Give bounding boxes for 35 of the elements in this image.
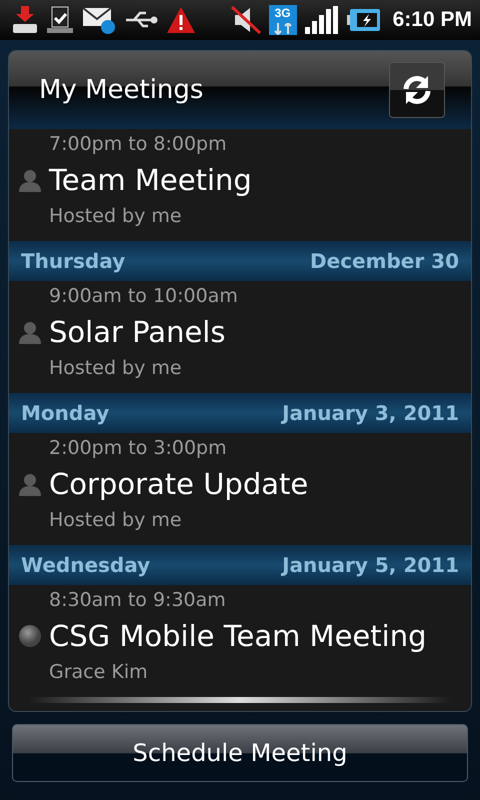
tray-check-icon — [46, 6, 74, 34]
meeting-time: 2:00pm to 3:00pm — [49, 437, 228, 459]
mute-icon — [230, 6, 261, 34]
status-dot-icon — [19, 625, 41, 647]
screen-title: My Meetings — [39, 75, 204, 105]
meeting-host: Hosted by me — [49, 357, 183, 379]
meeting-title: Corporate Update — [49, 467, 310, 501]
meeting-host: Hosted by me — [49, 509, 183, 531]
meeting-time: 8:30am to 9:30am — [49, 589, 227, 611]
person-icon — [18, 472, 42, 496]
person-icon — [18, 320, 42, 344]
person-icon — [18, 168, 42, 192]
refresh-button[interactable] — [389, 62, 445, 118]
usb-icon — [124, 10, 158, 30]
meeting-host: Grace Kim — [49, 661, 149, 683]
meeting-title: CSG Mobile Team Meeting — [49, 619, 428, 653]
schedule-meeting-button[interactable]: Schedule Meeting — [12, 724, 468, 782]
network-indicator: 3G — [268, 5, 297, 35]
meeting-time: 9:00am to 10:00am — [49, 285, 239, 307]
mail-icon — [82, 6, 116, 34]
day-date: January 5, 2011 — [282, 553, 459, 577]
signal-icon — [304, 6, 339, 34]
download-icon — [12, 6, 38, 34]
meeting-time: 7:00pm to 8:00pm — [49, 133, 228, 155]
day-date: December 30 — [310, 249, 459, 273]
warning-icon — [166, 6, 196, 34]
day-name: Wednesday — [21, 553, 150, 577]
day-name: Monday — [21, 401, 110, 425]
meeting-host: Hosted by me — [49, 205, 183, 227]
meeting-title: Solar Panels — [49, 315, 226, 349]
battery-icon — [346, 8, 381, 32]
day-date: January 3, 2011 — [282, 401, 459, 425]
status-time: 6:10 PM — [392, 8, 472, 32]
day-name: Thursday — [21, 249, 126, 273]
meeting-title: Team Meeting — [49, 163, 253, 197]
